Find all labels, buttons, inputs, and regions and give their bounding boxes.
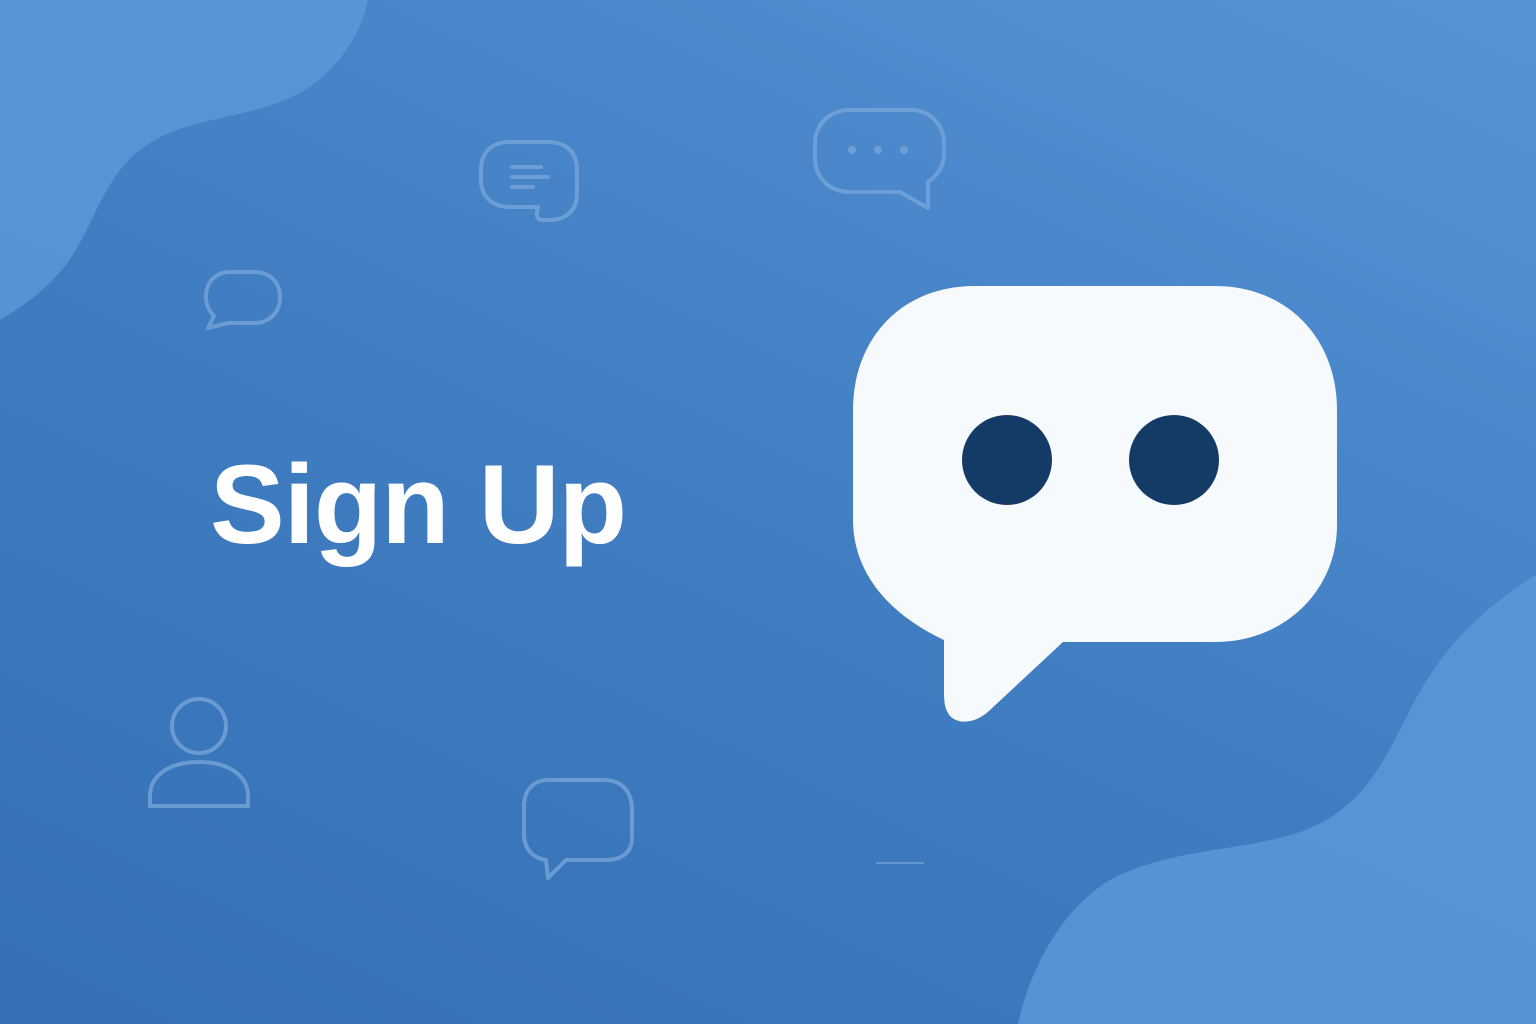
logo-bubble — [853, 286, 1337, 722]
message-dots-icon — [813, 108, 946, 210]
logo-eye-left — [962, 415, 1052, 505]
logo-eye-right — [1129, 415, 1219, 505]
sign-up-button[interactable]: Sign Up — [210, 440, 627, 570]
user-icon — [148, 697, 250, 808]
message-lines-icon — [479, 140, 579, 222]
chat-bubble-eyes-icon — [853, 286, 1337, 722]
chat-bubble-icon — [522, 778, 634, 880]
chat-bubble-icon — [204, 270, 282, 330]
